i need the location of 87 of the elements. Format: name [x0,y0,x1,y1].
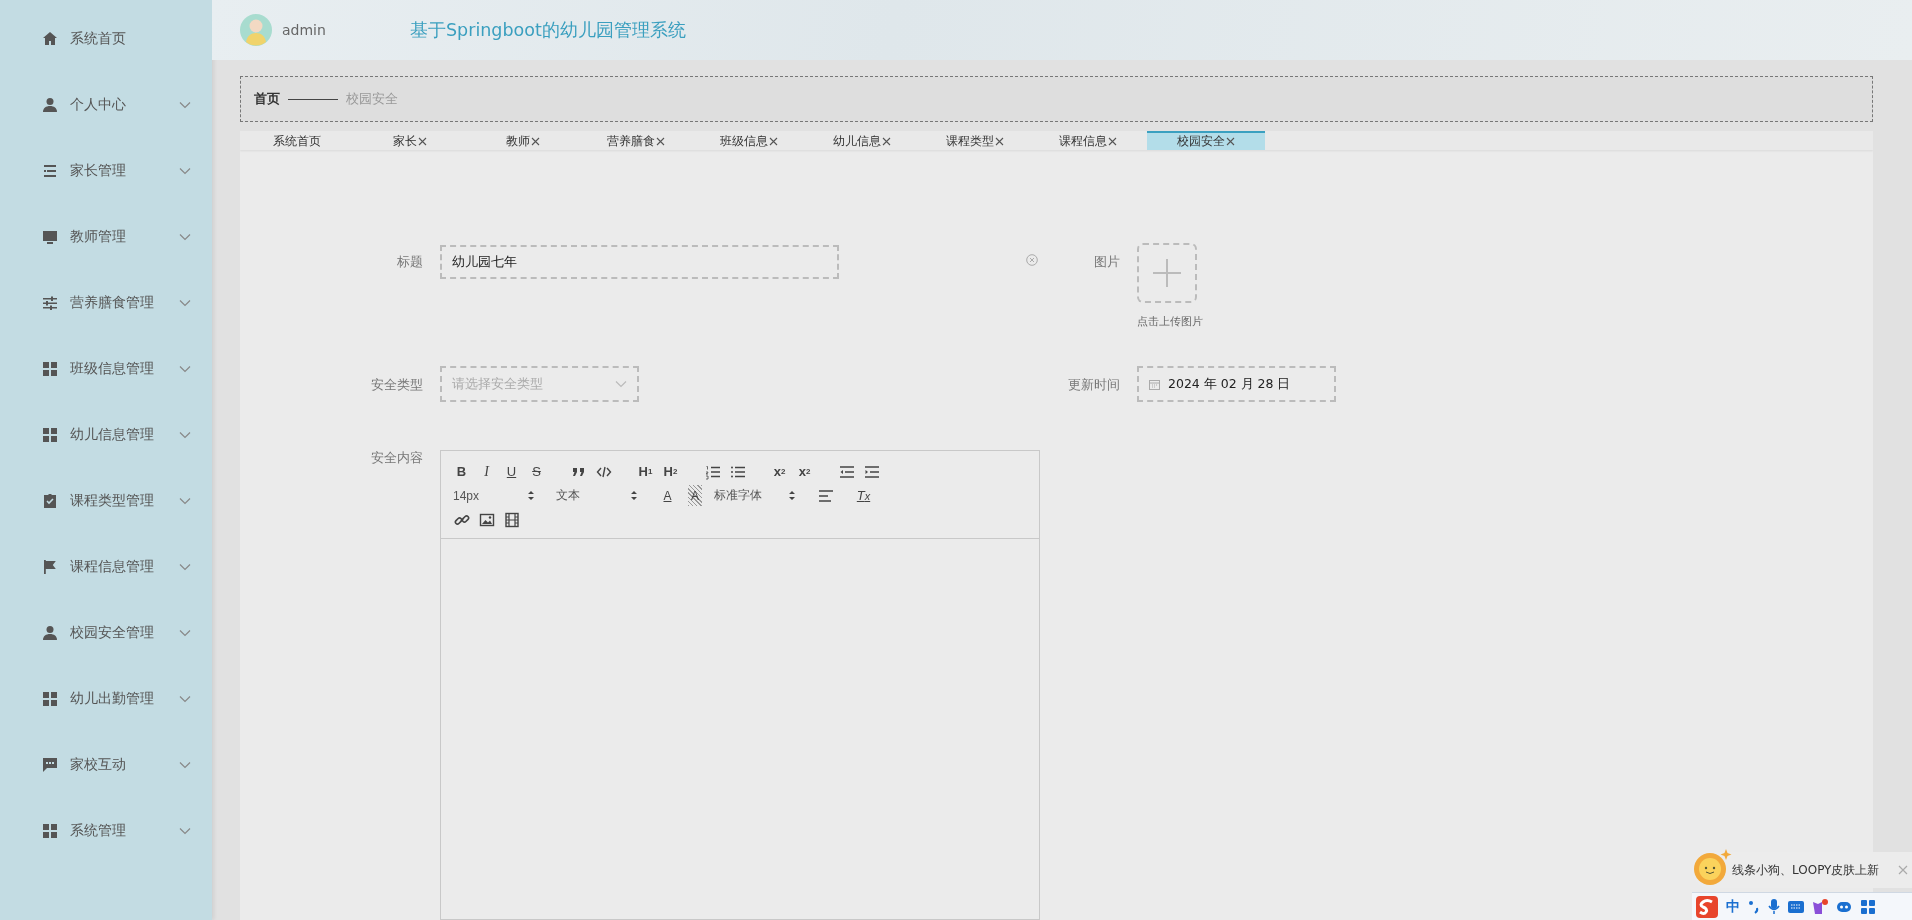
field-label: 图片 [1093,253,1121,271]
tab-label: 校园安全 [1177,134,1225,149]
tab-label: 课程类型 [945,134,994,149]
grid-icon [42,427,58,443]
person-icon [42,625,58,641]
sidebar-item[interactable]: 班级信息管理 [0,336,212,402]
sidebar-item[interactable]: 课程类型管理 [0,468,212,534]
monitor-icon [42,229,58,245]
apps-icon [1860,898,1876,915]
tab-label: 系统首页 [272,134,321,149]
field-label: 更新时间 [1067,376,1121,394]
align-left-icon [817,487,834,504]
sidebar-item[interactable]: 幼儿信息管理 [0,402,212,468]
underline-button[interactable]: U [500,461,523,482]
tab[interactable]: 课程类型 [918,131,1031,150]
tab[interactable]: 教师 [466,131,579,150]
avatar [240,14,272,46]
tab-label: 家长 [392,134,417,149]
field-label: 安全类型 [370,376,424,394]
punctuation-icon [1748,898,1760,915]
home-icon [42,31,58,47]
plus-icon [1153,259,1181,287]
chevron-icon [615,380,627,388]
sidebar-item[interactable]: 营养膳食管理 [0,270,212,336]
format-select[interactable]: 14px [450,485,538,506]
italic-button[interactable]: I [475,461,498,482]
updown-icon [630,490,638,501]
tab-label: 班级信息 [719,134,768,149]
tab[interactable]: 课程信息 [1031,131,1144,150]
sidebar-item[interactable]: 课程信息管理 [0,534,212,600]
sun-icon [1692,847,1732,887]
breadcrumb-link[interactable]: 首页 [254,90,280,108]
field-label: 标题 [396,253,424,271]
tab-label: 课程信息 [1058,134,1107,149]
sidebar-item[interactable]: 系统首页 [0,6,212,72]
format-select[interactable]: 标准字体 [711,485,799,506]
tab-label: 教师 [505,134,530,149]
app-title: 基于Springboot的幼儿园管理系统 [410,19,686,42]
film-icon [503,511,520,528]
username: admin [282,22,327,38]
calendar-icon [1149,378,1160,390]
outdent-icon [838,463,855,480]
title-field[interactable]: 幼儿园七年 [440,245,839,279]
format-button[interactable]: x$^{2}$ [793,461,816,482]
updown-icon [527,490,535,501]
close-icon [1898,865,1908,875]
strike-button[interactable]: S [525,461,548,482]
sidebar-item[interactable]: 校园安全管理 [0,600,212,666]
grid-icon [42,691,58,707]
grid-icon [42,823,58,839]
numbered-list-icon [704,463,721,480]
tab-label: 幼儿信息 [832,134,881,149]
field-label: 安全内容 [370,450,424,467]
image-icon [478,511,495,528]
sidebar-item[interactable]: 家长管理 [0,138,212,204]
clear-icon [1026,254,1038,266]
color-button[interactable]: A [656,485,679,506]
microphone-icon [1768,898,1780,915]
list-icon [42,163,58,179]
tab[interactable]: 家长 [353,131,466,150]
keyboard-icon [1788,900,1804,913]
tab[interactable]: 系统首页 [240,131,353,150]
tab[interactable]: 校园安全 [1147,131,1265,150]
sliders-icon [42,295,58,311]
updown-icon [788,490,796,501]
chat-icon [42,757,58,773]
skin-icon [1812,898,1828,915]
tab[interactable]: 幼儿信息 [805,131,918,150]
clipboard-check-icon [42,493,58,509]
sidebar-item[interactable]: 系统管理 [0,798,212,864]
tab[interactable]: 营养膳食 [579,131,692,150]
sidebar-item[interactable]: 个人中心 [0,72,212,138]
format-select[interactable]: 文本 [553,485,641,506]
person-icon [42,97,58,113]
tab[interactable]: 班级信息 [692,131,805,150]
flag-icon [42,559,58,575]
grid-icon [42,361,58,377]
bold-button[interactable]: B [450,461,473,482]
language-toggle[interactable]: 中 [1726,897,1740,916]
sidebar-item[interactable]: 教师管理 [0,204,212,270]
sidebar-item[interactable]: 家校互动 [0,732,212,798]
upload-hint: 点击上传图片 [1137,314,1204,329]
indent-icon [863,463,880,480]
date-field[interactable]: 2024 年 02 月 28 日 [1137,366,1336,402]
notification-text: 线条小狗、LOOPY皮肤上新 [1732,861,1880,879]
sidebar-item[interactable]: 幼儿出勤管理 [0,666,212,732]
tab-label: 营养膳食 [606,134,655,149]
